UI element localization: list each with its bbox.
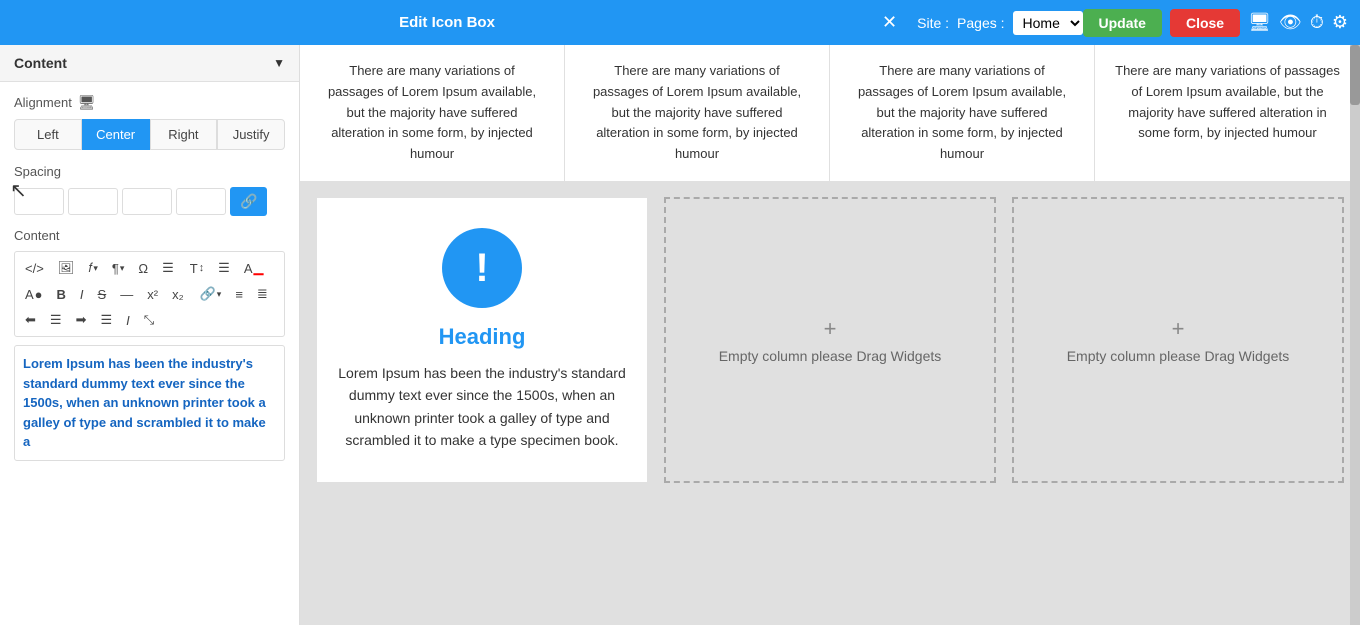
italic-btn[interactable]: I [74,282,90,306]
align-center-editor-btn[interactable]: ☰ [44,308,68,332]
desktop-icon[interactable]: 🖥 [1248,12,1271,33]
empty-column-label-1: Empty column please Drag Widgets [719,348,942,364]
format-btn[interactable]: ☰ [156,256,180,280]
widget-text: Lorem Ipsum has been the industry's stan… [337,362,627,452]
content-editor-label: Content [14,228,285,243]
align-right-editor-btn[interactable]: ➡ [70,308,93,332]
align-left-editor-btn[interactable]: ⬅ [19,308,42,332]
subscript-btn[interactable]: x₂ [166,282,190,306]
alignment-buttons: Left Center Right Justify [14,119,285,150]
empty-column-1[interactable]: + Empty column please Drag Widgets [664,197,996,483]
history-icon[interactable]: ⏱ [1310,12,1324,33]
icon-box-widget[interactable]: ! Heading Lorem Ipsum has been the indus… [316,197,648,483]
font-bg-btn[interactable]: A● [19,282,49,306]
plus-icon-2: + [1172,316,1185,342]
site-label: Site : [917,15,949,31]
spacing-top-input[interactable] [14,188,64,215]
scroll-track[interactable] [1350,45,1360,625]
fullscreen-btn[interactable]: ⤡ [138,308,160,332]
hr-btn[interactable]: — [114,282,139,306]
link-btn[interactable]: 🔗▾ [194,282,228,306]
panel-close-x-button[interactable]: ✕ [882,12,897,33]
empty-column-2[interactable]: + Empty column please Drag Widgets [1012,197,1344,483]
eye-icon[interactable]: 👁 [1279,12,1302,33]
ol-list-btn[interactable]: ≣ [251,282,274,306]
right-content-area: There are many variations of passages of… [300,45,1360,625]
widget-heading: Heading [337,324,627,350]
left-panel: Content ▼ Alignment 🖥 Left Center Right … [0,45,300,625]
page-select[interactable]: Home [1013,11,1083,35]
plus-icon-1: + [824,316,837,342]
panel-title: Edit Icon Box [12,14,882,31]
align-center-button[interactable]: Center [82,119,150,150]
editor-toolbar: </> 🖼 𝑓▾ ¶▾ Ω ☰ T↕ ☰ A▁ A● B I S — x² x₂… [14,251,285,337]
align-left-button[interactable]: Left [14,119,82,150]
spacing-bottom-input[interactable] [122,188,172,215]
close-button[interactable]: Close [1170,9,1240,37]
exclamation-icon: ! [475,248,488,288]
bold-btn[interactable]: B [51,282,72,306]
paragraph-btn[interactable]: ¶▾ [106,256,131,280]
image-btn[interactable]: 🖼 [52,256,81,280]
lorem-col-3: There are many variations of passages of… [830,45,1095,181]
spacing-inputs: 🔗 [14,187,285,216]
alignment-label: Alignment 🖥 [14,94,285,111]
top-right-actions: Update Close 🖥 👁 ⏱ ⚙ [1083,9,1348,37]
lorem-col-4: There are many variations of passages of… [1095,45,1360,181]
content-section-label: Content [14,55,67,71]
content-section-header[interactable]: Content ▼ [0,45,299,82]
main-layout: Content ▼ Alignment 🖥 Left Center Right … [0,45,1360,625]
empty-column-label-2: Empty column please Drag Widgets [1067,348,1290,364]
list-indent-btn[interactable]: ☰ [212,256,236,280]
lorem-columns: There are many variations of passages of… [300,45,1360,181]
ul-list-btn[interactable]: ≡ [229,282,249,306]
icon-circle: ! [442,228,522,308]
italic3-btn[interactable]: I [120,308,136,332]
spacing-label: Spacing [14,164,285,179]
tree-icon[interactable]: ⚙ [1332,12,1348,33]
align-justify-button[interactable]: Justify [217,119,285,150]
pages-label: Pages : [957,15,1004,31]
scroll-thumb[interactable] [1350,45,1360,105]
lorem-col-2: There are many variations of passages of… [565,45,830,181]
superscript-btn[interactable]: x² [141,282,164,306]
widget-area: ! Heading Lorem Ipsum has been the indus… [300,181,1360,499]
content-chevron-icon: ▼ [273,56,285,70]
monitor-icon: 🖥 [78,94,96,111]
special-char-btn[interactable]: Ω [132,256,154,280]
text-color-btn[interactable]: A▁ [238,256,270,280]
editor-content-area[interactable]: Lorem Ipsum has been the industry's stan… [14,345,285,461]
site-nav: Site : Pages : Home [917,11,1082,35]
update-button[interactable]: Update [1083,9,1162,37]
source-btn[interactable]: </> [19,256,50,280]
font-btn[interactable]: 𝑓▾ [82,256,104,280]
text-size-btn[interactable]: T↕ [184,256,210,280]
spacing-link-button[interactable]: 🔗 [230,187,267,216]
spacing-right-input[interactable] [68,188,118,215]
lorem-col-1: There are many variations of passages of… [300,45,565,181]
spacing-left-input[interactable] [176,188,226,215]
align-right-button[interactable]: Right [150,119,218,150]
align-justify-editor-btn[interactable]: ☰ [94,308,118,332]
strikethrough-btn[interactable]: S [92,282,113,306]
top-bar: Edit Icon Box ✕ Site : Pages : Home Upda… [0,0,1360,45]
